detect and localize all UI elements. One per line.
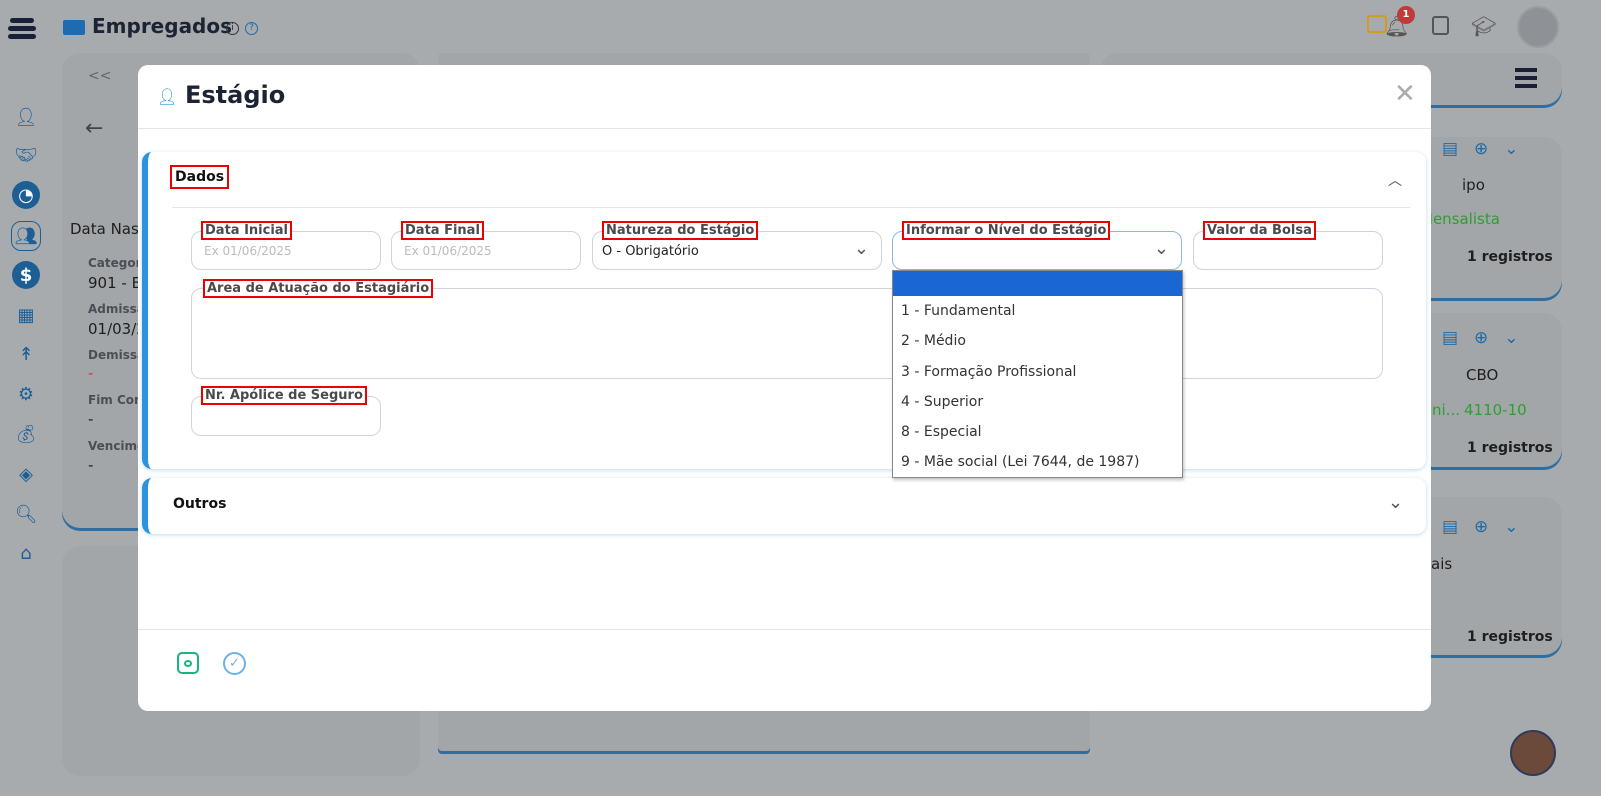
natureza-value: O - Obrigatório <box>602 244 699 259</box>
valor-bolsa-label: Valor da Bolsa <box>1203 221 1316 240</box>
help-icon[interactable]: ? <box>245 22 258 35</box>
demissao-value: - <box>88 364 94 382</box>
placeholder: Ex 01/06/2025 <box>204 244 292 258</box>
modal-title: Estágio <box>185 81 286 109</box>
dropdown-option[interactable]: 9 - Mãe social (Lei 7644, de 1987) <box>893 447 1182 477</box>
rocket-icon[interactable]: ↟ <box>12 340 40 368</box>
dropdown-option[interactable]: 1 - Fundamental <box>893 296 1182 326</box>
category-value: 901 - B <box>88 274 142 292</box>
chevron-down-icon: ⌄ <box>1388 492 1404 513</box>
home-icon[interactable]: ⌂ <box>12 539 40 567</box>
estagio-modal: 👤︎ Estágio ✕ Dados ︿ Ex 01/06/2025 Data … <box>138 65 1431 711</box>
dropdown-option[interactable]: 8 - Especial <box>893 417 1182 447</box>
user-settings-icon[interactable]: 👤︎ <box>12 103 40 131</box>
admissao-label: Admissã <box>88 302 145 316</box>
cbo-value: 4110-10 <box>1464 401 1527 419</box>
layers-icon[interactable]: ◈ <box>12 460 40 488</box>
placeholder: Ex 01/06/2025 <box>404 244 492 258</box>
document-search-icon[interactable] <box>1432 16 1449 35</box>
nivel-dropdown-list: 1 - Fundamental 2 - Médio 3 - Formação P… <box>892 270 1183 478</box>
save-icon[interactable] <box>177 652 199 674</box>
back-arrow-icon[interactable]: ← <box>85 116 103 141</box>
dropdown-option[interactable]: 3 - Formação Profissional <box>893 357 1182 387</box>
cell-value: ni... <box>1432 401 1460 419</box>
vencimento-value: - <box>88 456 94 474</box>
cell-value: Mensalista <box>1420 210 1500 228</box>
graduation-cap-icon[interactable]: 🎓︎ <box>1471 14 1496 38</box>
dollar-icon[interactable]: $ <box>12 261 40 289</box>
demissao-label: Demissã <box>88 348 146 362</box>
card-icons-1[interactable]: ▤⊕⌄ <box>1442 139 1535 159</box>
card-icons-2[interactable]: ▤⊕⌄ <box>1442 328 1535 348</box>
hamburger-icon[interactable] <box>1515 68 1537 88</box>
users-icon[interactable]: 👥︎ <box>11 221 41 251</box>
intern-icon: 👤︎ <box>157 87 178 106</box>
record-count: 1 registros <box>1467 440 1553 456</box>
dropdown-option[interactable]: 4 - Superior <box>893 387 1182 417</box>
dropdown-option-empty[interactable] <box>893 271 1182 296</box>
vencimento-label: Vencime <box>88 439 146 453</box>
col-header: ipo <box>1462 176 1485 194</box>
collapse-icon[interactable]: << <box>88 68 111 84</box>
divider <box>138 128 1431 129</box>
natureza-label: Natureza do Estágio <box>602 221 759 240</box>
category-label: Categori <box>88 256 146 270</box>
section-dados: Dados ︿ Ex 01/06/2025 Data Inicial Ex 01… <box>142 152 1426 469</box>
area-atuacao-textarea[interactable] <box>191 288 1383 379</box>
assistant-avatar[interactable] <box>1510 730 1556 776</box>
divider <box>138 629 1431 630</box>
area-atuacao-label: Área de Atuação do Estagiário <box>203 279 434 298</box>
avatar[interactable] <box>1517 6 1559 48</box>
clock-icon[interactable]: ◔ <box>12 181 40 209</box>
section-dados-title[interactable]: Dados <box>170 165 230 189</box>
card-icons-3[interactable]: ▤⊕⌄ <box>1442 517 1535 537</box>
data-final-label: Data Final <box>401 221 484 240</box>
search-icon[interactable]: 🔍︎ <box>12 500 40 528</box>
col-header: CBO <box>1466 366 1499 384</box>
fim-contrato-value: - <box>88 410 94 428</box>
close-icon[interactable]: ✕ <box>1394 79 1416 109</box>
page-title: Empregados <box>92 14 233 38</box>
dropdown-option[interactable]: 2 - Médio <box>893 326 1182 356</box>
calculator-icon[interactable]: ▦ <box>12 301 40 329</box>
chevron-up-icon[interactable]: ︿ <box>1388 170 1402 190</box>
confirm-check-icon[interactable]: ✓ <box>223 652 246 675</box>
record-count: 1 registros <box>1467 629 1553 645</box>
handshake-icon[interactable]: 🤝︎ <box>12 141 40 169</box>
chevron-down-icon: ⌄ <box>1153 238 1169 259</box>
data-nasc-label: Data Nas <box>70 220 139 238</box>
chevron-down-icon: ⌄ <box>853 238 869 259</box>
record-count: 1 registros <box>1467 249 1553 265</box>
menu-icon[interactable] <box>8 16 36 44</box>
nivel-label: Informar o Nível do Estágio <box>902 221 1111 240</box>
info-icon[interactable]: i <box>226 22 239 35</box>
section-outros[interactable]: Outros ⌄ <box>142 478 1426 534</box>
data-inicial-label: Data Inicial <box>201 221 293 240</box>
monitor-icon <box>63 20 85 35</box>
gear-icon[interactable]: ⚙︎ <box>12 380 40 408</box>
money-bag-icon[interactable]: 💰︎ <box>12 420 40 448</box>
col-header: ais <box>1431 555 1453 573</box>
section-outros-title: Outros <box>173 496 227 512</box>
apolice-label: Nr. Apólice de Seguro <box>201 386 367 405</box>
divider <box>172 207 1410 208</box>
notification-badge: 1 <box>1397 6 1415 24</box>
